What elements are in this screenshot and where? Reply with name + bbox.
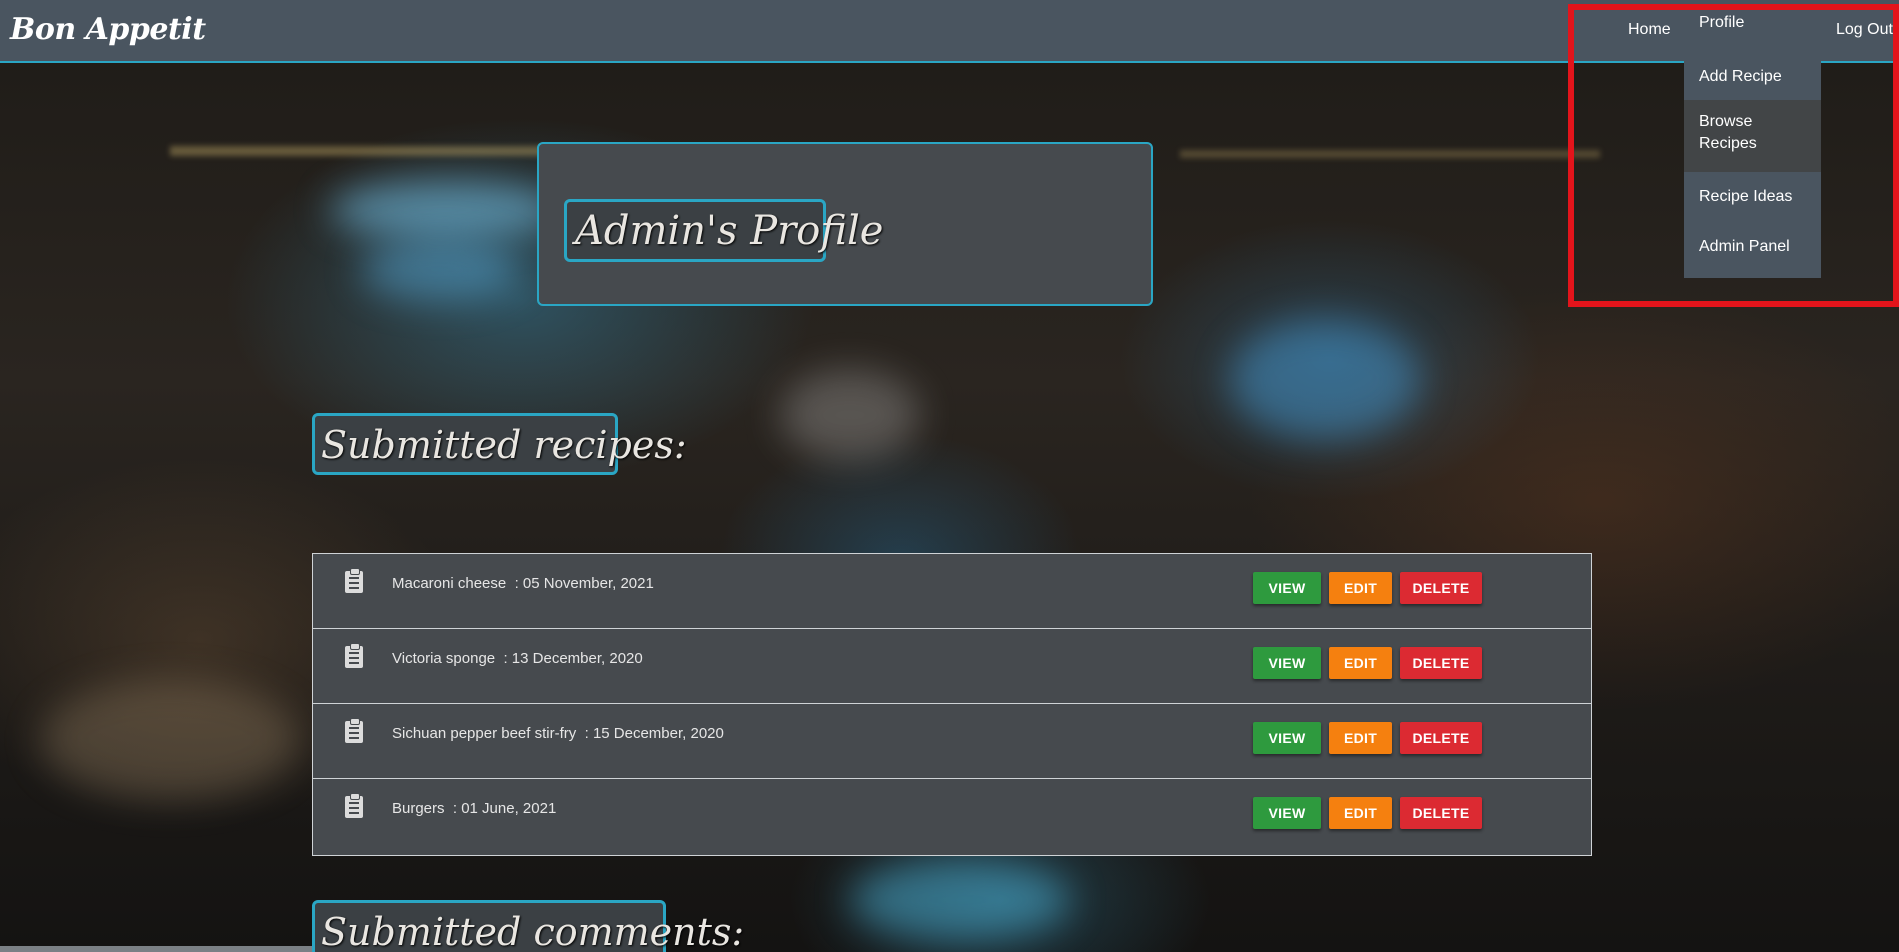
edit-button[interactable]: EDIT bbox=[1329, 572, 1392, 604]
brand-logo[interactable]: Bon Appetit bbox=[10, 12, 206, 47]
nav-home-link[interactable]: Home bbox=[1628, 21, 1671, 39]
nav-logout-link[interactable]: Log Out bbox=[1836, 21, 1893, 39]
recipe-entry: Burgers : 01 June, 2021 bbox=[392, 800, 557, 817]
delete-button[interactable]: DELETE bbox=[1400, 797, 1482, 829]
edit-button[interactable]: EDIT bbox=[1329, 797, 1392, 829]
profile-dropdown-menu: Profile Add Recipe Browse Recipes Recipe… bbox=[1684, 8, 1821, 278]
recipe-row: Victoria sponge : 13 December, 2020 VIEW… bbox=[313, 629, 1591, 704]
recipe-list: Macaroni cheese : 05 November, 2021 VIEW… bbox=[312, 553, 1592, 856]
clipboard-icon bbox=[345, 793, 363, 818]
view-button[interactable]: VIEW bbox=[1253, 572, 1321, 604]
edit-button[interactable]: EDIT bbox=[1329, 647, 1392, 679]
clipboard-icon bbox=[345, 568, 363, 593]
recipe-entry: Victoria sponge : 13 December, 2020 bbox=[392, 650, 643, 667]
recipe-row: Burgers : 01 June, 2021 VIEW EDIT DELETE bbox=[313, 779, 1591, 853]
dropdown-item-recipe-ideas[interactable]: Recipe Ideas bbox=[1684, 172, 1821, 222]
horizontal-scrollbar[interactable] bbox=[0, 946, 312, 952]
edit-button[interactable]: EDIT bbox=[1329, 722, 1392, 754]
view-button[interactable]: VIEW bbox=[1253, 797, 1321, 829]
dropdown-item-profile[interactable]: Profile bbox=[1684, 8, 1821, 58]
delete-button[interactable]: DELETE bbox=[1400, 722, 1482, 754]
clipboard-icon bbox=[345, 643, 363, 668]
page-title: Admin's Profile bbox=[564, 199, 883, 262]
dropdown-item-browse-recipes[interactable]: Browse Recipes bbox=[1684, 100, 1821, 172]
delete-button[interactable]: DELETE bbox=[1400, 572, 1482, 604]
dropdown-item-add-recipe[interactable]: Add Recipe bbox=[1684, 58, 1821, 100]
navbar: Bon Appetit Home Log Out bbox=[0, 0, 1899, 63]
delete-button[interactable]: DELETE bbox=[1400, 647, 1482, 679]
view-button[interactable]: VIEW bbox=[1253, 722, 1321, 754]
recipe-row: Sichuan pepper beef stir-fry : 15 Decemb… bbox=[313, 704, 1591, 779]
view-button[interactable]: VIEW bbox=[1253, 647, 1321, 679]
recipe-entry: Macaroni cheese : 05 November, 2021 bbox=[392, 575, 654, 592]
submitted-comments-heading: Submitted comments: bbox=[312, 900, 744, 952]
recipe-row: Macaroni cheese : 05 November, 2021 VIEW… bbox=[313, 554, 1591, 629]
submitted-recipes-heading: Submitted recipes: bbox=[312, 413, 687, 475]
recipe-entry: Sichuan pepper beef stir-fry : 15 Decemb… bbox=[392, 725, 724, 742]
clipboard-icon bbox=[345, 718, 363, 743]
dropdown-item-admin-panel[interactable]: Admin Panel bbox=[1684, 222, 1821, 278]
